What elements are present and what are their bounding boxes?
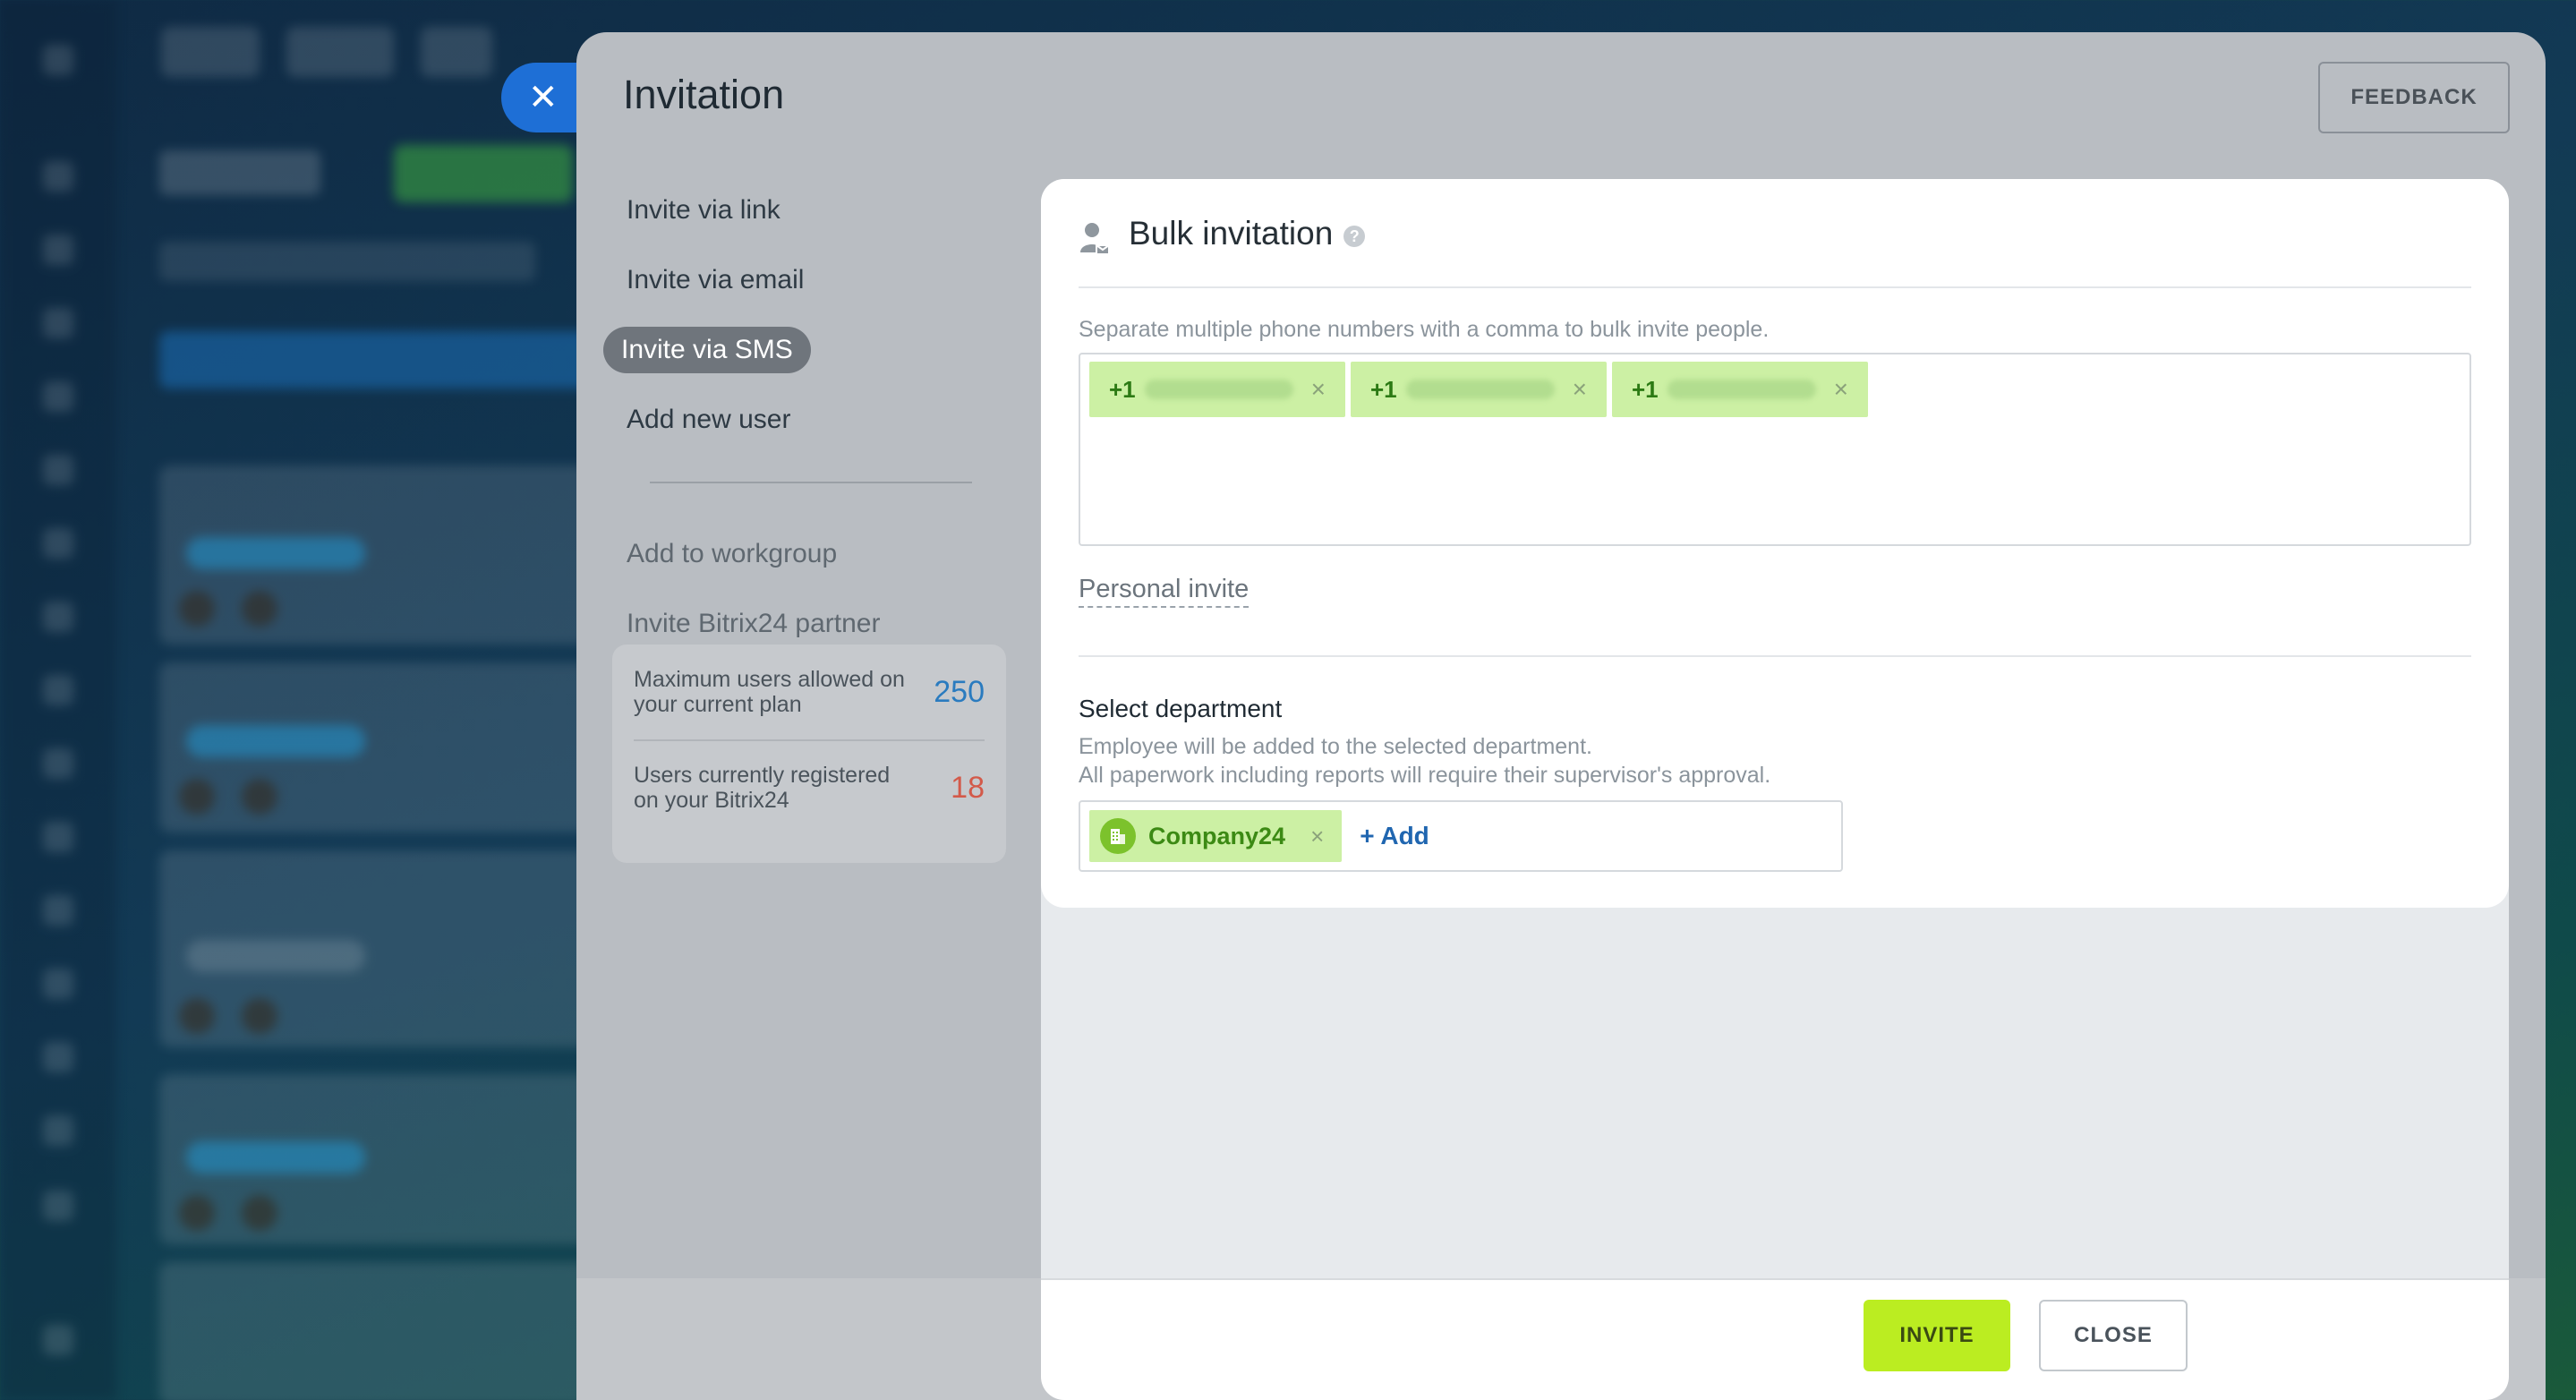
limit-row-max: Maximum users allowed on your current pl… <box>634 645 985 739</box>
invitation-slider: Invitation FEEDBACK Invite via link Invi… <box>576 32 2546 1400</box>
phone-country-code: +1 <box>1632 375 1659 403</box>
limit-max-value: 250 <box>934 674 985 709</box>
menu-item-label: Invite via SMS <box>603 327 811 373</box>
section-divider <box>1079 655 2471 657</box>
bg-title <box>159 150 320 195</box>
menu-divider <box>650 482 972 483</box>
phone-tag: +1 × <box>1612 362 1868 417</box>
bg-card <box>159 850 589 1047</box>
bulk-invitation-title: Bulk invitation <box>1129 215 1334 252</box>
footer-actions: INVITE CLOSE <box>1041 1278 2509 1400</box>
help-icon[interactable]: ? <box>1343 226 1366 247</box>
department-selector[interactable]: Company24 × + Add <box>1079 800 1843 872</box>
phone-numbers-input[interactable]: +1 × +1 × +1 × <box>1079 353 2471 546</box>
close-button[interactable]: CLOSE <box>2039 1300 2188 1371</box>
phone-number-redacted <box>1667 380 1816 399</box>
invitation-menu: Invite via link Invite via email Invite … <box>603 175 1006 659</box>
select-department-title: Select department <box>1079 695 1283 722</box>
bg-card <box>159 465 589 645</box>
menu-item-add-to-workgroup[interactable]: Add to workgroup <box>612 519 1006 589</box>
department-name: Company24 <box>1148 822 1286 849</box>
menu-item-invite-via-email[interactable]: Invite via email <box>612 245 1006 315</box>
menu-item-label: Add new user <box>627 405 791 434</box>
limit-row-current: Users currently registered on your Bitri… <box>634 739 985 834</box>
bg-card <box>159 662 589 832</box>
menu-item-add-new-user[interactable]: Add new user <box>612 385 1006 455</box>
bg-card <box>159 1262 589 1400</box>
close-icon: ✕ <box>528 78 559 117</box>
user-invite-icon <box>1080 223 1110 255</box>
bg-left-rail <box>0 0 116 1400</box>
personal-invite-link[interactable]: Personal invite <box>1079 575 1250 608</box>
department-desc-line1: Employee will be added to the selected d… <box>1079 734 1592 759</box>
content-area: Bulk invitation ? Separate multiple phon… <box>1041 179 2509 1400</box>
limit-current-value: 18 <box>951 770 985 805</box>
phone-country-code: +1 <box>1370 375 1397 403</box>
building-icon <box>1100 818 1136 854</box>
limit-current-label: Users currently registered on your Bitri… <box>634 763 891 813</box>
department-description: Employee will be added to the selected d… <box>1079 732 1770 790</box>
remove-department-icon[interactable]: × <box>1310 823 1324 850</box>
remove-phone-icon[interactable]: × <box>1834 375 1848 404</box>
bulk-invitation-card: Bulk invitation ? Separate multiple phon… <box>1041 179 2509 908</box>
slider-title: Invitation <box>623 72 785 117</box>
menu-item-invite-via-link[interactable]: Invite via link <box>612 175 1006 245</box>
department-tag: Company24 × <box>1089 810 1343 862</box>
bg-row <box>159 242 535 281</box>
remove-phone-icon[interactable]: × <box>1311 375 1326 404</box>
bg-green-button <box>394 145 573 202</box>
bg-card <box>159 1074 589 1244</box>
remove-phone-icon[interactable]: × <box>1573 375 1587 404</box>
footer-bar: INVITE CLOSE <box>576 1278 2546 1400</box>
menu-item-label: Invite Bitrix24 partner <box>627 609 881 638</box>
phone-tag: +1 × <box>1089 362 1345 417</box>
menu-item-label: Add to workgroup <box>627 539 838 568</box>
bg-bluebar <box>159 331 607 388</box>
feedback-button[interactable]: FEEDBACK <box>2318 62 2510 133</box>
menu-item-label: Invite via link <box>627 195 780 225</box>
phone-hint: Separate multiple phone numbers with a c… <box>1079 317 1770 342</box>
user-limits-box: Maximum users allowed on your current pl… <box>612 645 1006 863</box>
phone-country-code: +1 <box>1109 375 1136 403</box>
invite-button[interactable]: INVITE <box>1864 1300 2010 1371</box>
department-desc-line2: All paperwork including reports will req… <box>1079 763 1771 788</box>
phone-tag: +1 × <box>1351 362 1607 417</box>
add-department-link[interactable]: + Add <box>1360 822 1429 850</box>
card-header: Bulk invitation ? <box>1079 215 2471 288</box>
limit-max-label: Maximum users allowed on your current pl… <box>634 667 905 717</box>
menu-item-label: Invite via email <box>627 265 805 295</box>
phone-number-redacted <box>1405 380 1555 399</box>
phone-number-redacted <box>1144 380 1293 399</box>
menu-item-invite-via-sms[interactable]: Invite via SMS <box>603 315 1006 385</box>
